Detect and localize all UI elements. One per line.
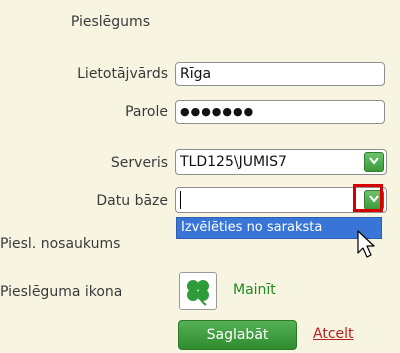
database-label: Datu bāze [96,193,168,209]
save-button[interactable]: Saglabāt [178,320,297,350]
server-label: Serveris [110,155,168,171]
cancel-link[interactable]: Atcelt [313,326,354,342]
text-cursor [180,191,181,209]
mouse-pointer-icon [357,230,375,258]
form-title: Pieslēgums [70,14,150,30]
password-field[interactable]: ●●●●●●● [175,100,385,124]
highlight-box [353,184,383,212]
connection-name-label: Piesl. nosaukums [0,236,121,252]
username-field[interactable]: Rīga [175,62,385,86]
chevron-down-icon[interactable] [364,152,384,172]
server-select-value: TLD125\JUMIS7 [180,154,287,170]
username-label: Lietotājvārds [77,66,168,82]
server-select[interactable]: TLD125\JUMIS7 [175,149,387,175]
change-icon-link[interactable]: Mainīt [233,282,276,298]
password-label: Parole [125,104,168,120]
connection-icon-label: Pieslēguma ikona [0,284,123,300]
clover-icon [187,280,209,306]
connection-icon-preview[interactable] [179,272,217,310]
